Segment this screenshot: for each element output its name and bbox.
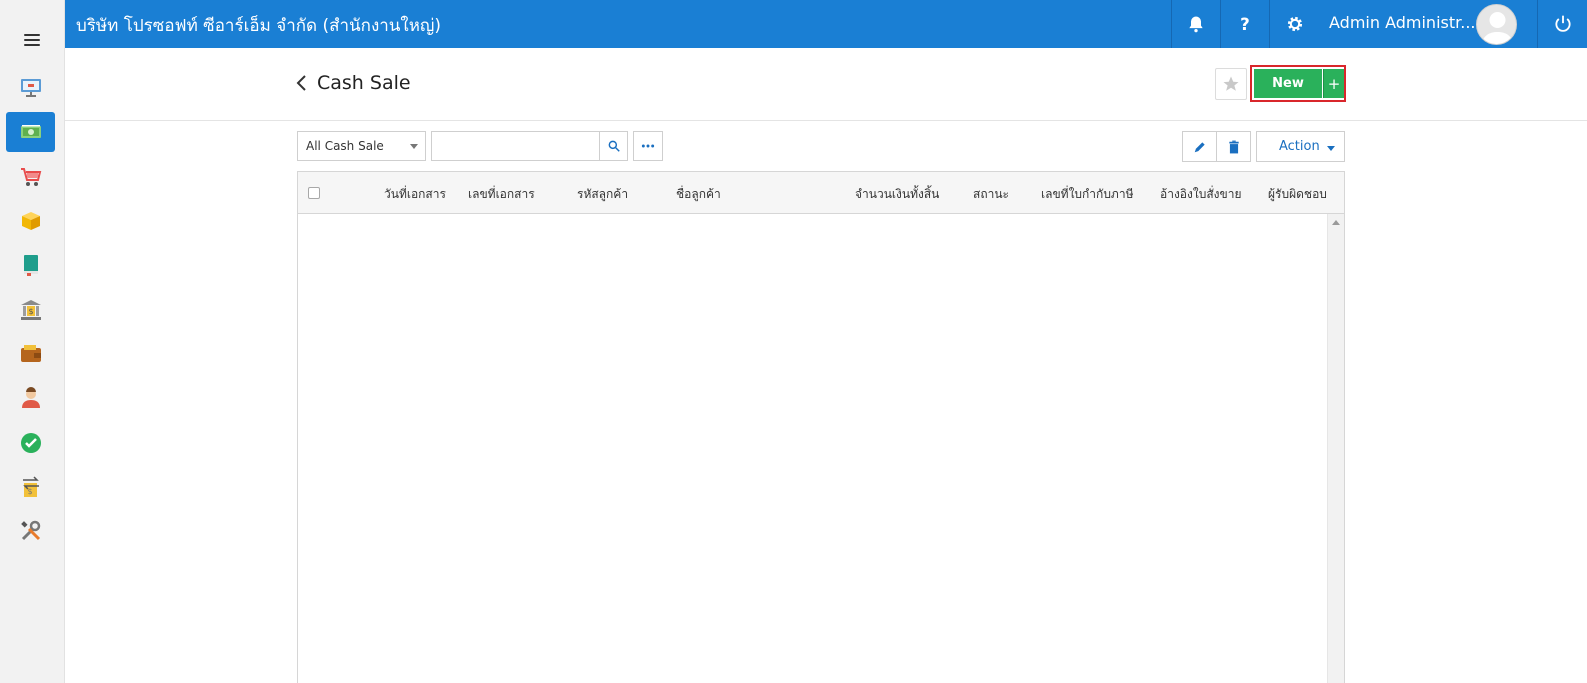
sidebar-item-book[interactable] — [6, 245, 55, 285]
help-icon: ? — [1240, 15, 1250, 34]
left-sidebar: $ $ — [0, 0, 65, 683]
sidebar-item-wallet[interactable] — [6, 334, 55, 374]
settings-button[interactable] — [1269, 0, 1319, 48]
check-icon — [20, 433, 41, 453]
bell-icon — [1189, 16, 1203, 33]
page-header: Cash Sale New + — [65, 48, 1587, 121]
pencil-icon — [1194, 141, 1205, 152]
search-icon — [608, 140, 620, 152]
notifications-button[interactable] — [1171, 0, 1220, 48]
column-header-doc-no[interactable]: เลขที่เอกสาร — [468, 185, 535, 204]
back-icon[interactable] — [295, 74, 309, 92]
avatar-icon — [1482, 12, 1513, 44]
column-header-customer-code[interactable]: รหัสลูกค้า — [577, 185, 628, 204]
search-button[interactable] — [599, 131, 628, 161]
more-options-button[interactable] — [633, 131, 663, 161]
column-header-customer-name[interactable]: ชื่อลูกค้า — [676, 185, 721, 204]
sidebar-item-transfer[interactable]: $ — [6, 467, 55, 507]
help-button[interactable]: ? — [1220, 0, 1269, 48]
sidebar-item-check[interactable] — [6, 423, 55, 463]
svg-text:?: ? — [1240, 15, 1250, 34]
trash-icon — [1228, 140, 1239, 153]
new-button-group: New + — [1250, 65, 1346, 102]
column-header-responsible[interactable]: ผู้รับผิดชอบ — [1268, 185, 1327, 204]
power-icon — [1554, 15, 1571, 32]
box-icon — [21, 212, 40, 230]
edit-button[interactable] — [1182, 131, 1217, 162]
logout-button[interactable] — [1537, 0, 1587, 48]
column-header-status[interactable]: สถานะ — [973, 185, 1009, 204]
bank-icon: $ — [20, 300, 41, 320]
chevron-down-icon — [410, 144, 418, 149]
user-icon — [21, 387, 40, 408]
filter-value: All Cash Sale — [306, 139, 384, 153]
action-label: Action — [1279, 139, 1320, 154]
column-header-sales-order-ref[interactable]: อ้างอิงใบสั่งขาย — [1160, 185, 1242, 204]
table-scrollbar[interactable] — [1327, 214, 1344, 683]
table-header: วันที่เอกสาร เลขที่เอกสาร รหัสลูกค้า ชื่… — [298, 172, 1344, 214]
sidebar-item-cash[interactable] — [6, 112, 55, 152]
action-dropdown[interactable]: Action — [1256, 131, 1345, 162]
sidebar-item-cart[interactable] — [6, 157, 55, 197]
ellipsis-icon — [641, 144, 655, 148]
svg-text:$: $ — [28, 307, 33, 316]
column-header-total-amount[interactable]: จำนวนเงินทั้งสิ้น — [855, 185, 939, 204]
wallet-icon — [20, 345, 41, 362]
filter-dropdown[interactable]: All Cash Sale — [297, 131, 426, 161]
user-name[interactable]: Admin Administr... — [1329, 13, 1476, 32]
chevron-down-icon — [1327, 146, 1335, 151]
dashboard-icon — [20, 79, 41, 97]
cash-icon — [20, 125, 41, 138]
column-header-doc-date[interactable]: วันที่เอกสาร — [384, 185, 446, 204]
sidebar-item-tools[interactable] — [6, 511, 55, 551]
favorite-button[interactable] — [1215, 68, 1247, 100]
select-all-checkbox[interactable] — [308, 187, 320, 199]
avatar[interactable] — [1476, 4, 1517, 45]
column-header-tax-invoice-no[interactable]: เลขที่ใบกำกับภาษี — [1041, 185, 1134, 204]
new-button[interactable]: New — [1254, 69, 1322, 98]
sidebar-item-user[interactable] — [6, 378, 55, 418]
tools-icon — [20, 520, 40, 541]
menu-icon[interactable] — [24, 34, 40, 46]
book-icon — [23, 255, 38, 276]
sidebar-item-dashboard[interactable] — [6, 67, 55, 107]
gear-icon — [1287, 16, 1302, 32]
page-title: Cash Sale — [317, 72, 411, 94]
delete-button[interactable] — [1216, 131, 1251, 162]
star-icon — [1223, 76, 1239, 91]
data-table: วันที่เอกสาร เลขที่เอกสาร รหัสลูกค้า ชื่… — [297, 171, 1345, 683]
scroll-up-icon[interactable] — [1332, 220, 1340, 225]
search-input[interactable] — [431, 131, 600, 161]
transfer-icon: $ — [22, 476, 39, 497]
company-name: บริษัท โปรซอฟท์ ซีอาร์เอ็ม จำกัด (สำนักง… — [76, 16, 442, 36]
sidebar-item-bank[interactable]: $ — [6, 290, 55, 330]
new-plus-button[interactable]: + — [1323, 69, 1344, 98]
top-bar: บริษัท โปรซอฟท์ ซีอาร์เอ็ม จำกัด (สำนักง… — [65, 0, 1587, 48]
cart-icon — [20, 168, 41, 186]
sidebar-item-box[interactable] — [6, 201, 55, 241]
